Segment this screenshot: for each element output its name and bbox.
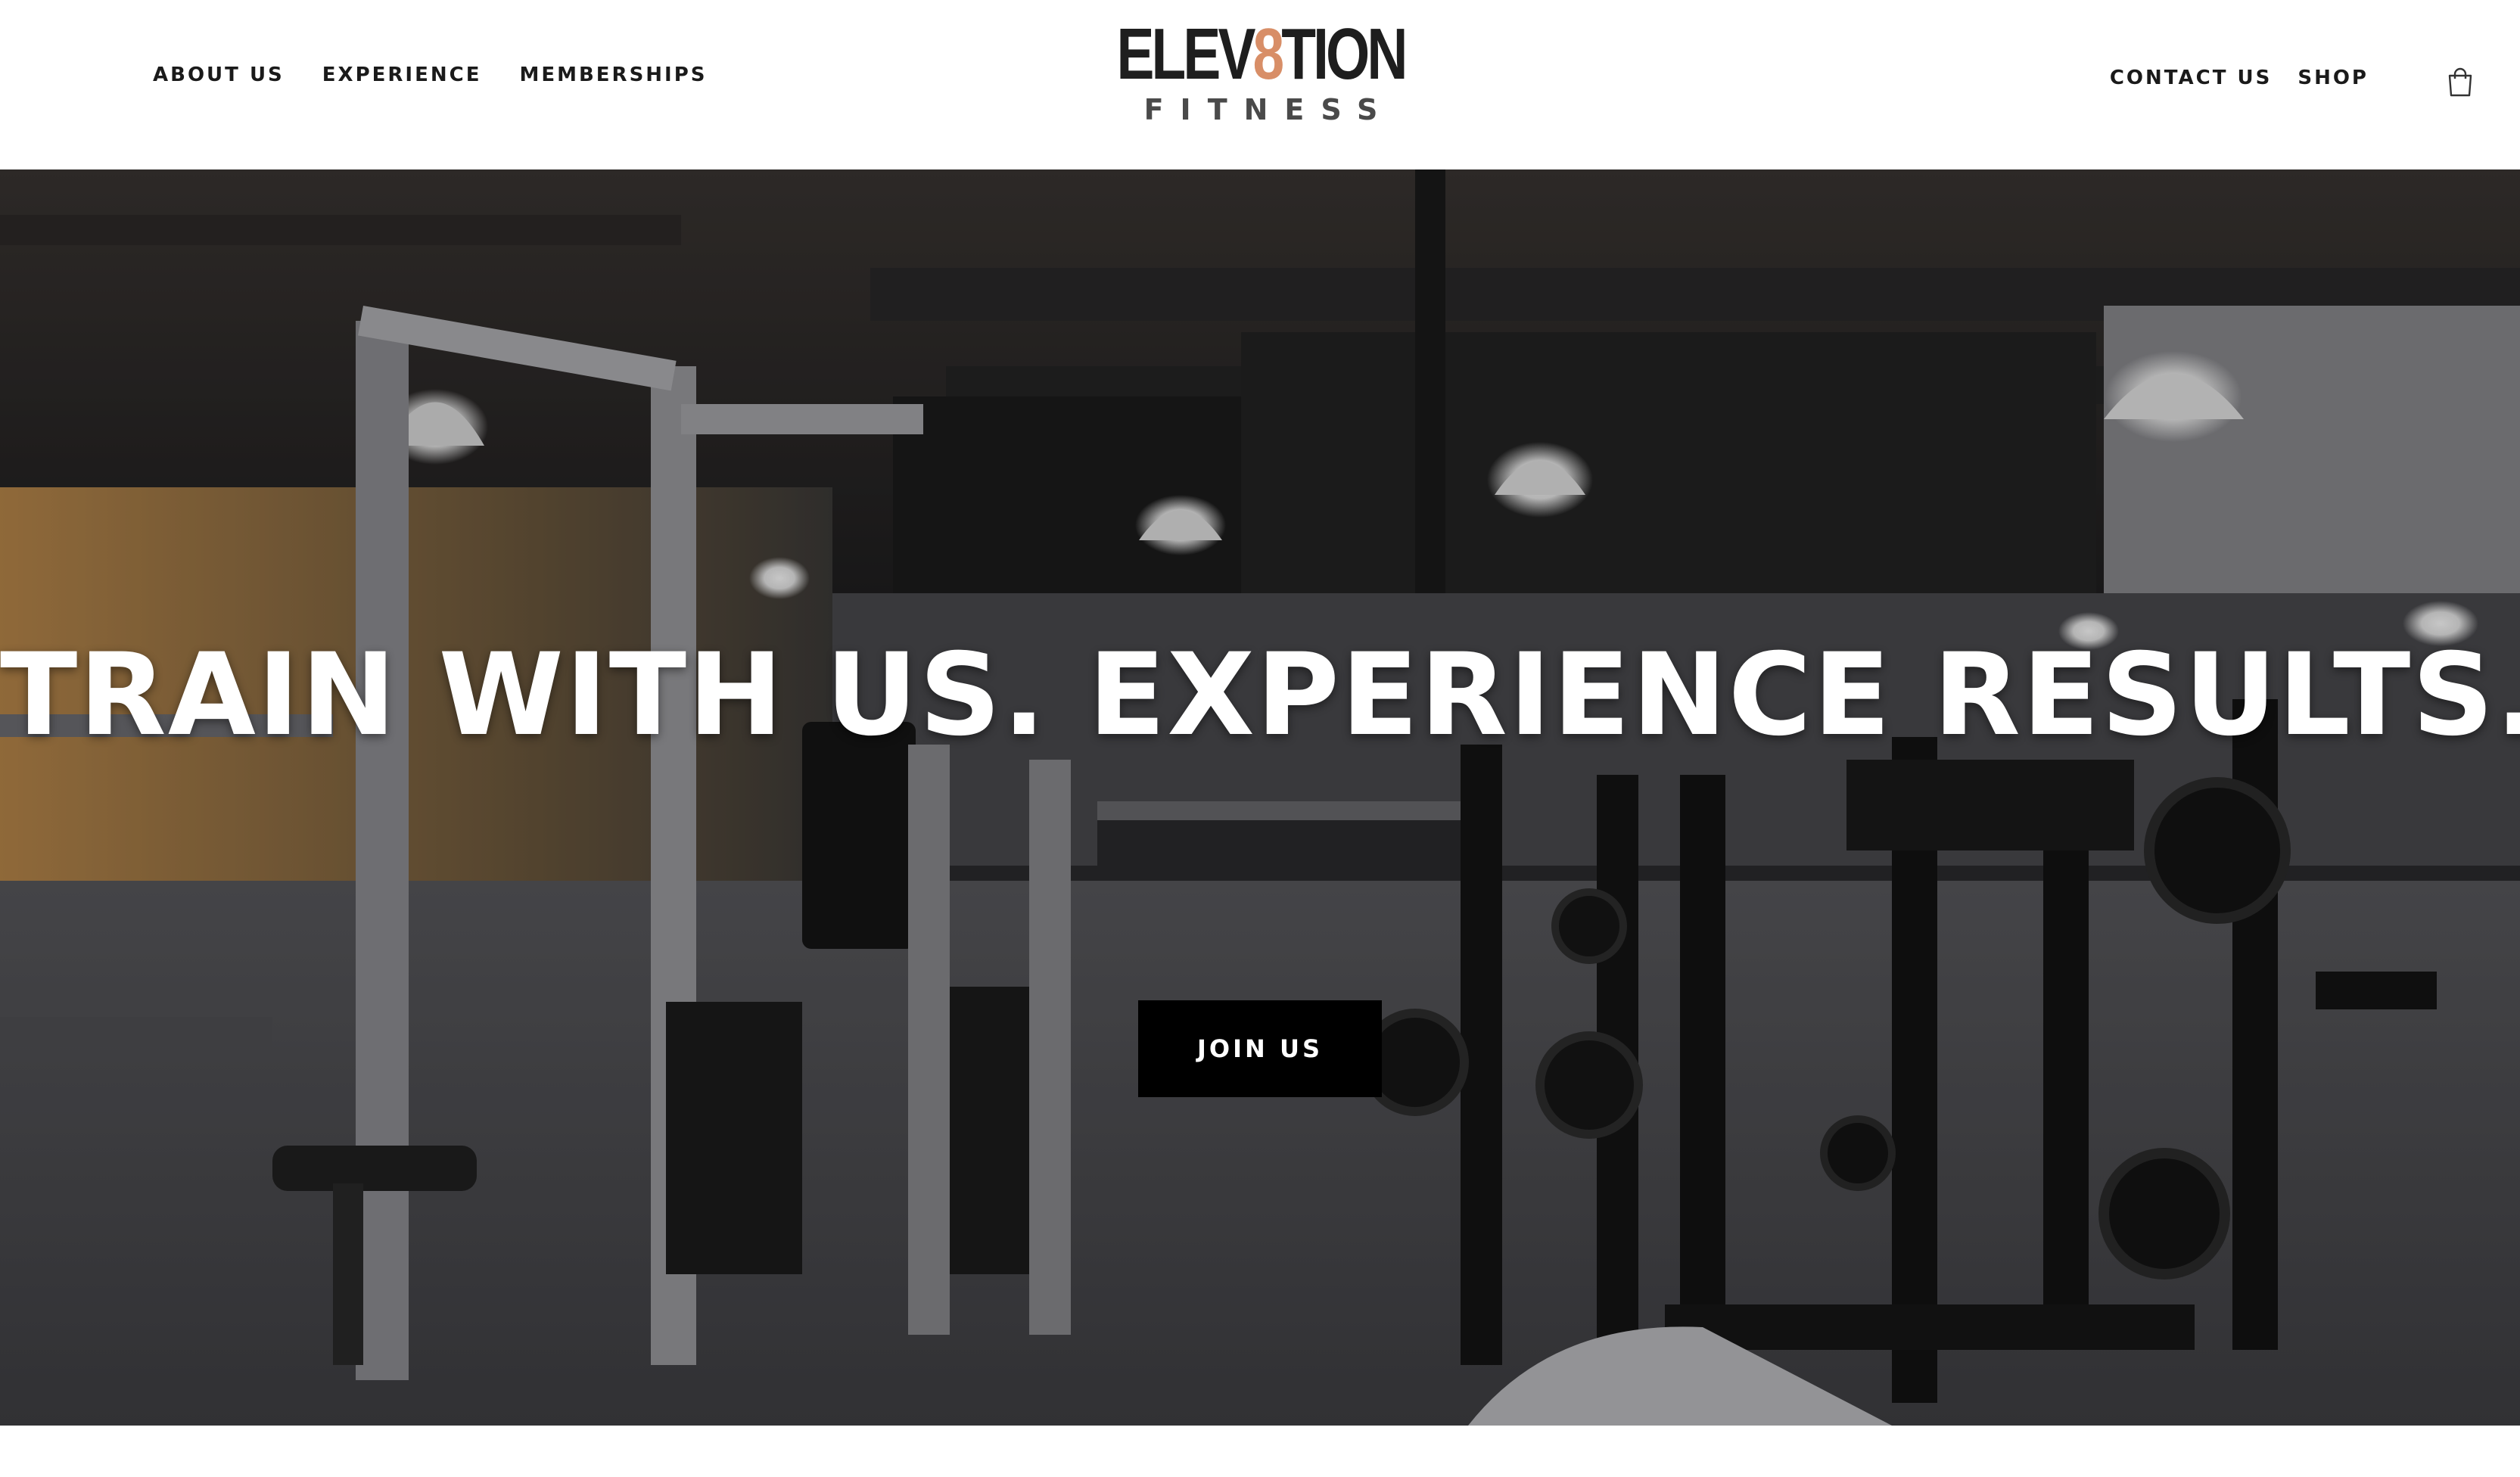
- nav-experience[interactable]: EXPERIENCE: [322, 64, 482, 86]
- shopping-bag-icon[interactable]: [2444, 67, 2476, 98]
- nav-about-us[interactable]: ABOUT US: [153, 64, 285, 86]
- site-header: ABOUT US EXPERIENCE MEMBERSHIPS ELEV 8 TIO…: [0, 0, 2520, 169]
- hero-banner: TRAIN WITH US. EXPERIENCE RESULTS. JOIN …: [0, 169, 2520, 1426]
- logo-wordmark-suffix: TION: [1281, 14, 1408, 95]
- primary-nav-left: ABOUT US EXPERIENCE MEMBERSHIPS: [153, 64, 708, 86]
- hero-title: TRAIN WITH US. EXPERIENCE RESULTS.: [0, 630, 2520, 761]
- nav-memberships[interactable]: MEMBERSHIPS: [519, 64, 707, 86]
- primary-nav-right: CONTACT US SHOP: [2110, 67, 2369, 89]
- below-hero-area: [0, 1426, 2520, 1477]
- page: ABOUT US EXPERIENCE MEMBERSHIPS ELEV 8 TIO…: [0, 0, 2520, 1477]
- hero-overlay: [0, 169, 2520, 1426]
- join-us-button[interactable]: JOIN US: [1138, 1000, 1382, 1097]
- logo-wordmark-prefix: ELEV: [1116, 14, 1256, 95]
- nav-contact-us[interactable]: CONTACT US: [2110, 67, 2273, 89]
- site-logo[interactable]: ELEV 8 TION FITNESS: [1117, 17, 1408, 130]
- logo-subtitle: FITNESS: [1143, 93, 1395, 126]
- logo-wordmark: ELEV 8 TION: [1117, 18, 1408, 91]
- logo-wordmark-accent: 8: [1252, 14, 1284, 95]
- nav-shop[interactable]: SHOP: [2298, 67, 2369, 89]
